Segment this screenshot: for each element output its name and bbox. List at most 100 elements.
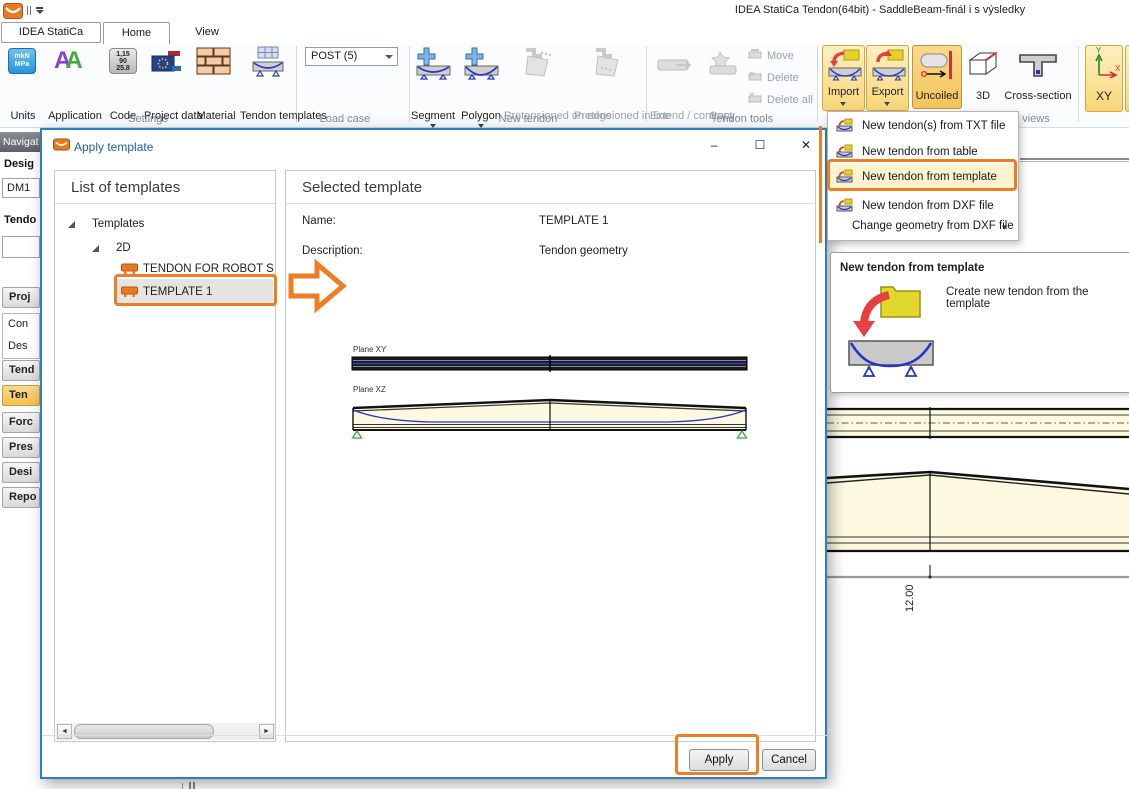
3d-label: 3D xyxy=(966,90,1000,102)
delete-all-icon[interactable] xyxy=(748,92,763,104)
import-button[interactable]: Import xyxy=(822,45,865,111)
app-window: IDEA StatiCa Tendon(64bit) - SaddleBeam-… xyxy=(0,0,1129,789)
sidebar-item-tendons[interactable]: Tend xyxy=(2,360,40,381)
import-label: Import xyxy=(823,86,864,98)
uncoiled-label: Uncoiled xyxy=(913,90,961,102)
navigator-header: Navigat xyxy=(0,132,40,152)
tendon-import-icon xyxy=(836,198,853,214)
views-group-label: views xyxy=(1016,113,1056,125)
menu-item-new-tendon-txt[interactable]: New tendon(s) from TXT file xyxy=(830,116,1016,138)
pretensioned-on-edge-button[interactable] xyxy=(520,48,554,81)
units-label: Units xyxy=(0,110,46,122)
uncoiled-icon xyxy=(919,50,957,80)
sidebar-item-project[interactable]: Proj xyxy=(2,287,40,308)
uncoiled-button[interactable]: Uncoiled xyxy=(912,45,962,109)
application-button[interactable]: AA xyxy=(54,47,83,75)
units-icon: mkNMPa xyxy=(8,48,36,74)
app-icon[interactable] xyxy=(3,3,23,19)
polygon-button[interactable] xyxy=(462,46,500,83)
backstage-tab[interactable]: IDEA StatiCa Tendon xyxy=(1,22,101,43)
material-button[interactable] xyxy=(196,47,232,80)
tendon-import-icon xyxy=(836,118,853,134)
annotation-rect-apply xyxy=(675,734,759,775)
menu-item-change-geometry-dxf[interactable]: Change geometry from DXF file ▾ xyxy=(830,216,1016,238)
background-beam-views xyxy=(827,400,1129,625)
tendon-templates-button[interactable] xyxy=(250,46,286,83)
tendon-import-icon xyxy=(836,144,853,160)
sidebar-item-design2[interactable]: Desi xyxy=(2,462,40,483)
3d-button[interactable] xyxy=(966,50,1000,83)
qat-dropdown-icon[interactable] xyxy=(36,7,44,14)
scroll-left-arrow[interactable]: ◄ xyxy=(57,724,72,739)
segment-button[interactable] xyxy=(414,46,452,83)
move-icon[interactable] xyxy=(748,48,763,60)
background-beam-edge-line xyxy=(1020,158,1129,162)
material-label: Material xyxy=(196,110,236,122)
settings-group-label: Settings xyxy=(100,113,196,125)
delete-label: Delete xyxy=(767,72,799,84)
extend-contract-button[interactable] xyxy=(656,54,696,79)
load-case-group-label: Load case xyxy=(297,113,393,125)
sidebar-item-design[interactable]: Des xyxy=(8,340,28,352)
sidebar-item-forces[interactable]: Forc xyxy=(2,412,40,433)
selected-panel-heading: Selected template xyxy=(302,179,422,196)
pretensioned-on-edge-icon xyxy=(520,48,554,78)
dialog-title: Apply template xyxy=(74,140,153,154)
code-icon: 1,159025.8 xyxy=(109,48,137,74)
code-button[interactable]: 1,159025.8 xyxy=(109,48,137,74)
splitter-handle[interactable] xyxy=(189,782,191,789)
tree-node-2d[interactable]: 2D xyxy=(116,242,131,254)
copy-button[interactable] xyxy=(704,50,740,79)
tooltip-description: Create new tendon from the template xyxy=(946,286,1126,310)
close-button[interactable]: ✕ xyxy=(790,134,822,156)
description-value: Tendon geometry xyxy=(539,245,628,257)
menu-item-new-tendon-dxf[interactable]: New tendon from DXF file xyxy=(830,196,1016,218)
export-icon xyxy=(871,48,907,84)
pretensioned-in-line-button[interactable] xyxy=(590,48,624,81)
list-of-templates-panel: List of templates Templates 2D TENDON FO… xyxy=(54,170,276,742)
cross-section-button[interactable] xyxy=(1012,50,1064,83)
axis-y-label: Y xyxy=(1096,46,1101,55)
list-horizontal-scrollbar[interactable]: ◄ ► xyxy=(56,723,275,740)
pretensioned-in-line-label: Pretensioned in line xyxy=(574,110,638,122)
sidebar-item-concrete[interactable]: Con xyxy=(8,318,28,330)
xy-view-button[interactable]: Y X XY xyxy=(1085,45,1123,112)
maximize-button[interactable]: ☐ xyxy=(744,134,776,156)
load-case-combobox[interactable]: POST (5) xyxy=(305,47,398,66)
design-member-label: Desig xyxy=(4,158,34,170)
application-label: Application xyxy=(44,110,106,122)
scrollbar-thumb[interactable] xyxy=(74,724,214,739)
project-data-icon xyxy=(150,50,182,76)
export-button[interactable]: Export xyxy=(866,45,909,111)
tooltip-new-tendon-from-template: New tendon from template Create new tend… xyxy=(830,252,1129,393)
minimize-button[interactable]: – xyxy=(698,134,730,156)
tree-expander-2d[interactable] xyxy=(92,245,99,252)
tab-view[interactable]: View xyxy=(182,22,232,44)
new-tendon-group-label: New tendon xyxy=(480,113,576,125)
tree-expander-templates[interactable] xyxy=(68,221,75,228)
qat-separator xyxy=(27,6,33,18)
units-button[interactable]: mkNMPa xyxy=(8,48,36,74)
tendon-from-template-icon xyxy=(845,279,941,387)
cancel-button[interactable]: Cancel xyxy=(762,749,816,771)
extend-contract-icon xyxy=(656,54,696,76)
next-view-button-sliver[interactable] xyxy=(1125,45,1129,112)
tab-home[interactable]: Home xyxy=(103,22,170,44)
xy-label: XY xyxy=(1086,90,1122,102)
combo-arrow-icon xyxy=(385,55,393,59)
delete-all-label: Delete all xyxy=(767,94,813,106)
tendon-templates-label: Tendon templates xyxy=(240,110,296,122)
project-data-button[interactable] xyxy=(150,50,182,79)
sidebar-item-prestressing[interactable]: Pres xyxy=(2,437,40,458)
tendon-templates-icon xyxy=(250,46,286,80)
design-member-combobox[interactable]: DM1 xyxy=(2,178,40,198)
sidebar-item-tendon-active[interactable]: Ten xyxy=(2,385,40,406)
delete-icon[interactable] xyxy=(748,70,763,82)
segment-icon xyxy=(414,46,452,80)
sidebar-item-report[interactable]: Repo xyxy=(2,487,40,508)
scroll-right-arrow[interactable]: ► xyxy=(259,724,274,739)
splitter-mark[interactable] xyxy=(182,783,183,789)
tendon-combobox[interactable] xyxy=(2,236,40,258)
tree-node-templates[interactable]: Templates xyxy=(92,218,144,230)
cross-section-icon xyxy=(1012,50,1064,80)
